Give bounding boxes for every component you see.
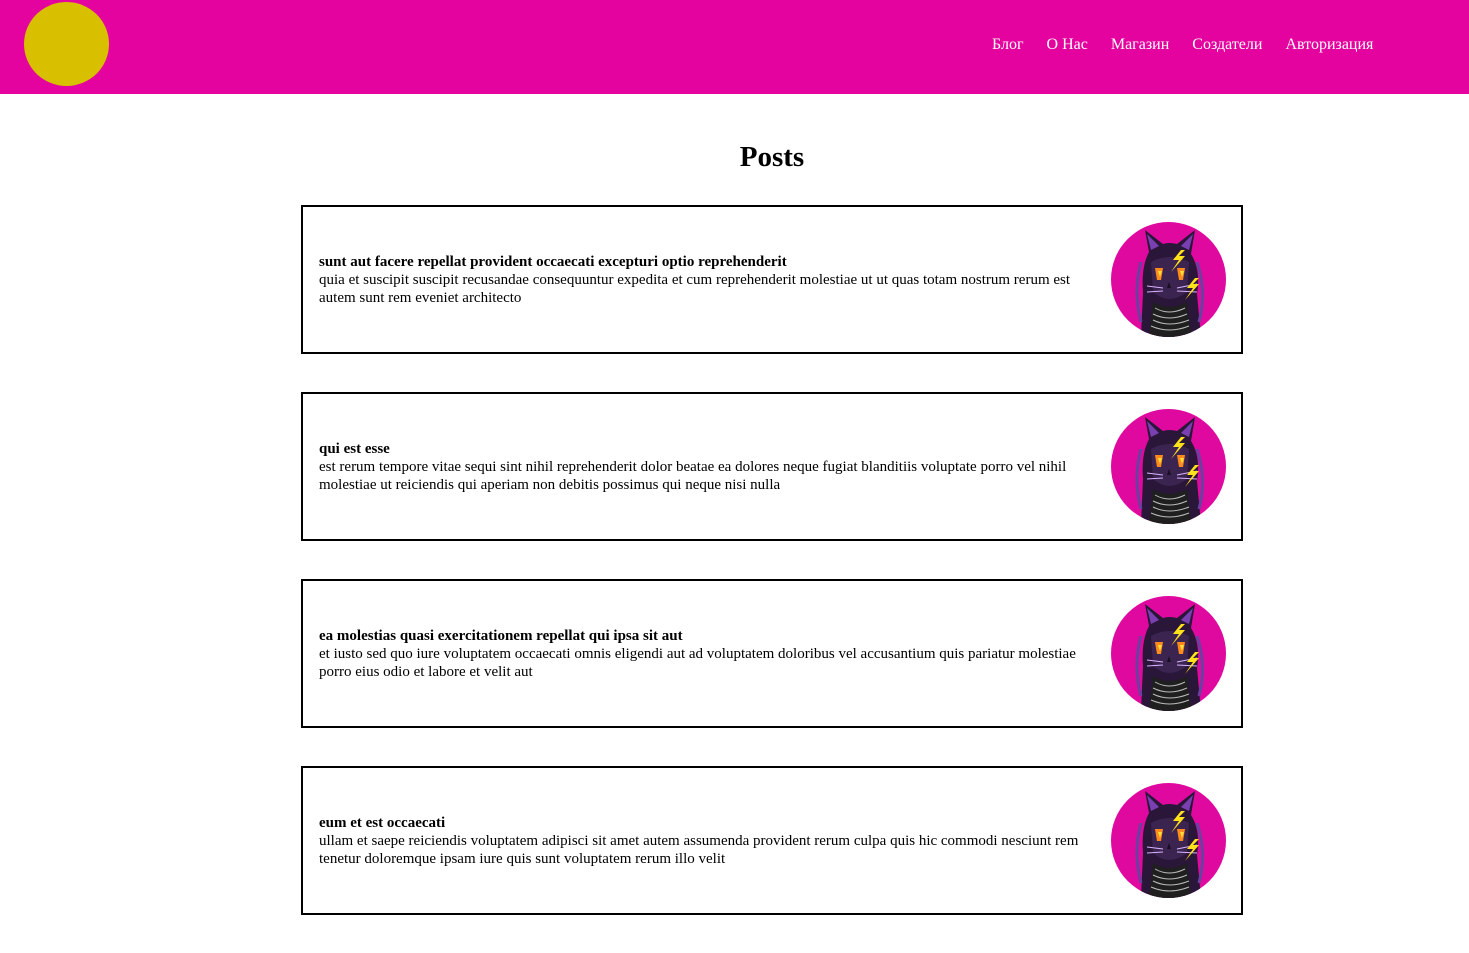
nav-link-about[interactable]: О Нас: [1047, 35, 1088, 54]
post-avatar: [1111, 222, 1226, 337]
page-title: Posts: [739, 141, 805, 173]
nav-link-shop[interactable]: Магазин: [1111, 35, 1169, 54]
main-nav: Блог О Нас Магазин Создатели Авторизация: [992, 35, 1373, 54]
post-text: eum et est occaecati ullam et saepe reic…: [319, 814, 1111, 868]
post-text: ea molestias quasi exercitationem repell…: [319, 627, 1111, 681]
post-title: sunt aut facere repellat provident occae…: [319, 253, 787, 270]
post-avatar: [1111, 783, 1226, 898]
post-body: ullam et saepe reiciendis voluptatem adi…: [319, 832, 1079, 867]
post-avatar: [1111, 409, 1226, 524]
post-card[interactable]: eum et est occaecati ullam et saepe reic…: [301, 766, 1243, 915]
post-text: qui est esse est rerum tempore vitae seq…: [319, 440, 1111, 494]
nav-link-blog[interactable]: Блог: [992, 35, 1024, 54]
post-card[interactable]: sunt aut facere repellat provident occae…: [301, 205, 1243, 354]
post-body: et iusto sed quo iure voluptatem occaeca…: [319, 645, 1076, 680]
post-body: est rerum tempore vitae sequi sint nihil…: [319, 458, 1067, 493]
posts-list: sunt aut facere repellat provident occae…: [301, 205, 1243, 953]
post-text: sunt aut facere repellat provident occae…: [319, 253, 1111, 307]
post-body: quia et suscipit suscipit recusandae con…: [319, 271, 1071, 306]
post-title: ea molestias quasi exercitationem repell…: [319, 627, 683, 644]
post-card[interactable]: ea molestias quasi exercitationem repell…: [301, 579, 1243, 728]
post-avatar: [1111, 596, 1226, 711]
post-title: eum et est occaecati: [319, 814, 446, 831]
nav-link-login[interactable]: Авторизация: [1285, 35, 1373, 54]
post-title: qui est esse: [319, 440, 390, 457]
post-card[interactable]: qui est esse est rerum tempore vitae seq…: [301, 392, 1243, 541]
site-header: Блог О Нас Магазин Создатели Авторизация: [0, 0, 1469, 94]
logo[interactable]: [24, 2, 109, 86]
nav-link-creators[interactable]: Создатели: [1192, 35, 1262, 54]
